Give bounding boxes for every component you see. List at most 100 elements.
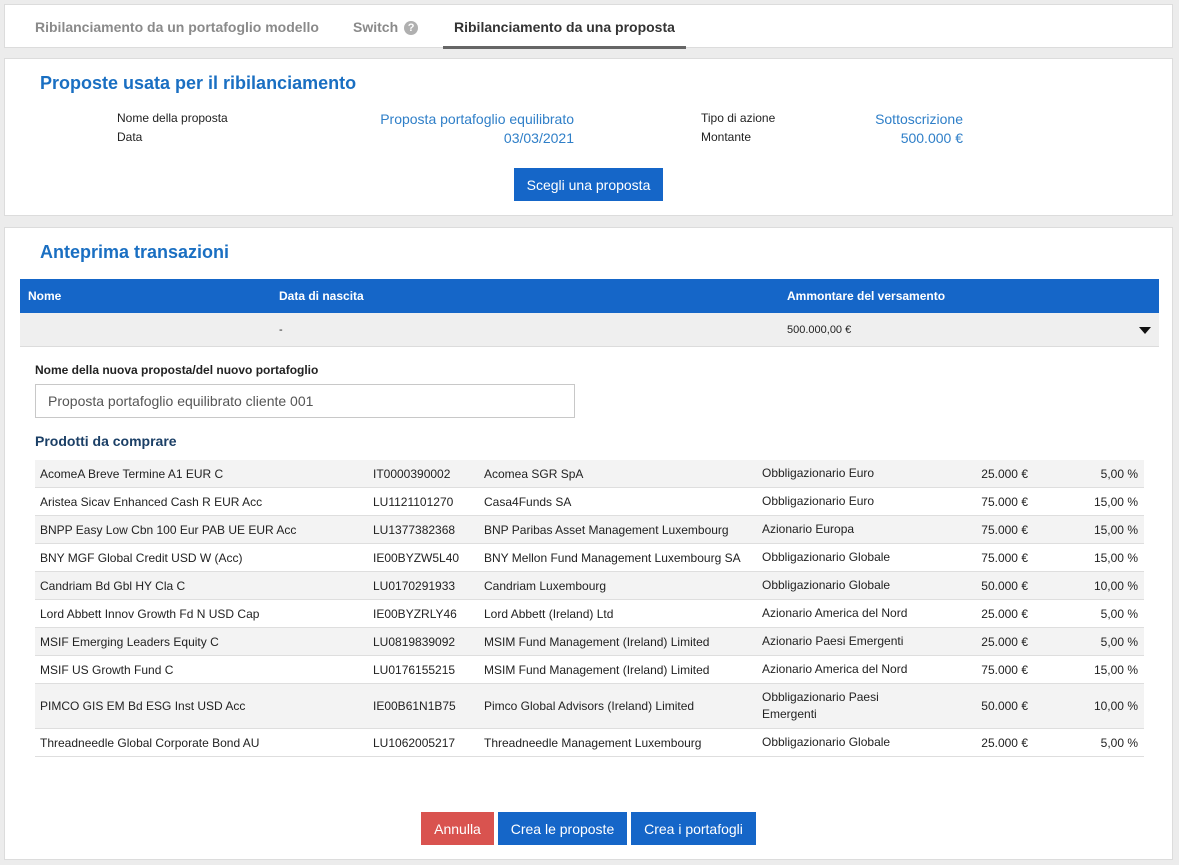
- amount-label: Montante: [701, 130, 752, 144]
- product-row: Candriam Bd Gbl HY Cla C LU0170291933 Ca…: [35, 572, 1144, 600]
- product-isin: LU1121101270: [373, 494, 454, 509]
- product-row: PIMCO GIS EM Bd ESG Inst USD Acc IE00B61…: [35, 684, 1144, 729]
- product-manager: Candriam Luxembourg: [484, 578, 607, 593]
- product-manager: Threadneedle Management Luxembourg: [484, 735, 702, 750]
- tab-bar: Ribilanciamento da un portafoglio modell…: [4, 4, 1173, 49]
- product-manager: Casa4Funds SA: [484, 494, 572, 509]
- transaction-amount: 500.000,00 €: [787, 324, 852, 336]
- product-manager: MSIM Fund Management (Ireland) Limited: [484, 662, 710, 677]
- product-row: MSIF Emerging Leaders Equity C LU0819839…: [35, 628, 1144, 656]
- action-type-value: Sottoscrizione: [875, 111, 963, 127]
- product-row: Aristea Sicav Enhanced Cash R EUR Acc LU…: [35, 488, 1144, 516]
- product-name: Lord Abbett Innov Growth Fd N USD Cap: [40, 606, 260, 621]
- product-weight: 5,00 %: [1100, 735, 1138, 750]
- column-header-name: Nome: [28, 289, 62, 303]
- product-row: Lord Abbett Innov Growth Fd N USD Cap IE…: [35, 600, 1144, 628]
- product-isin: LU1062005217: [373, 735, 456, 750]
- product-name: MSIF Emerging Leaders Equity C: [40, 634, 219, 649]
- product-category: Obbligazionario Euro: [762, 466, 875, 480]
- product-manager: Lord Abbett (Ireland) Ltd: [484, 606, 614, 621]
- tab-label: Switch: [353, 19, 399, 35]
- product-category: Obbligazionario Euro: [762, 494, 875, 508]
- product-isin: IE00B61N1B75: [373, 699, 456, 713]
- help-icon[interactable]: ?: [404, 21, 419, 35]
- product-isin: IE00BYZRLY46: [373, 606, 457, 621]
- product-name: Threadneedle Global Corporate Bond AU: [40, 735, 260, 750]
- proposal-name-label: Nome della proposta: [117, 111, 228, 125]
- action-type-label: Tipo di azione: [701, 111, 776, 125]
- create-portfolios-button[interactable]: Crea i portafogli: [631, 812, 756, 845]
- product-isin: LU0170291933: [373, 578, 456, 593]
- product-amount: 75.000 €: [981, 662, 1028, 677]
- product-manager: Acomea SGR SpA: [484, 466, 584, 481]
- product-weight: 5,00 %: [1100, 634, 1138, 649]
- product-name: PIMCO GIS EM Bd ESG Inst USD Acc: [40, 699, 246, 713]
- product-category: Obbligazionario Globale: [762, 578, 891, 592]
- product-weight: 10,00 %: [1093, 699, 1138, 713]
- product-row: AcomeA Breve Termine A1 EUR C IT00003900…: [35, 460, 1144, 488]
- product-name: BNPP Easy Low Cbn 100 Eur PAB UE EUR Acc: [40, 522, 297, 537]
- product-weight: 5,00 %: [1100, 466, 1138, 481]
- preview-panel: Anteprima transazioni Nome Data di nasci…: [4, 227, 1173, 860]
- tab-proposal-rebalance[interactable]: Ribilanciamento da una proposta: [443, 5, 686, 49]
- product-row: BNPP Easy Low Cbn 100 Eur PAB UE EUR Acc…: [35, 516, 1144, 544]
- tab-model-portfolio-rebalance[interactable]: Ribilanciamento da un portafoglio modell…: [35, 5, 319, 48]
- product-category: Azionario America del Nord: [762, 662, 908, 676]
- product-amount: 25.000 €: [981, 735, 1028, 750]
- choose-proposal-button[interactable]: Scegli una proposta: [514, 168, 663, 201]
- product-category: Azionario Paesi Emergenti: [762, 634, 904, 648]
- product-amount: 75.000 €: [981, 494, 1028, 509]
- product-category: Azionario Europa: [762, 522, 855, 536]
- tab-switch[interactable]: Switch?: [353, 5, 419, 48]
- product-manager: BNY Mellon Fund Management Luxembourg SA: [484, 550, 741, 565]
- product-manager: Pimco Global Advisors (Ireland) Limited: [484, 699, 695, 713]
- column-header-birth-date: Data di nascita: [279, 289, 364, 303]
- product-isin: IE00BYZW5L40: [373, 550, 460, 565]
- product-weight: 15,00 %: [1093, 522, 1138, 537]
- product-amount: 50.000 €: [981, 578, 1028, 593]
- product-weight: 15,00 %: [1093, 494, 1138, 509]
- transaction-row[interactable]: - 500.000,00 €: [20, 313, 1159, 347]
- proposal-name-value: Proposta portafoglio equilibrato: [380, 111, 574, 127]
- product-name: BNY MGF Global Credit USD W (Acc): [40, 550, 243, 565]
- product-manager: BNP Paribas Asset Management Luxembourg: [484, 522, 729, 537]
- product-amount: 75.000 €: [981, 522, 1028, 537]
- product-amount: 25.000 €: [981, 634, 1028, 649]
- products-to-buy-title: Prodotti da comprare: [35, 433, 177, 449]
- new-proposal-name-label: Nome della nuova proposta/del nuovo port…: [35, 363, 319, 377]
- product-name: AcomeA Breve Termine A1 EUR C: [40, 466, 224, 481]
- column-header-amount: Ammontare del versamento: [787, 289, 946, 303]
- proposal-section-title: Proposte usata per il ribilanciamento: [40, 73, 357, 93]
- product-weight: 15,00 %: [1093, 662, 1138, 677]
- proposal-panel: Proposte usata per il ribilanciamento No…: [4, 58, 1173, 216]
- product-name: Candriam Bd Gbl HY Cla C: [40, 578, 186, 593]
- preview-section-title: Anteprima transazioni: [40, 242, 230, 262]
- product-category: Obbligazionario Globale: [762, 550, 891, 564]
- product-amount: 25.000 €: [981, 606, 1028, 621]
- product-weight: 15,00 %: [1093, 550, 1138, 565]
- create-proposals-button[interactable]: Crea le proposte: [498, 812, 627, 845]
- product-amount: 75.000 €: [981, 550, 1028, 565]
- transaction-birth-date: -: [279, 324, 283, 336]
- product-weight: 10,00 %: [1093, 578, 1138, 593]
- product-row: MSIF US Growth Fund C LU0176155215 MSIM …: [35, 656, 1144, 684]
- tab-label: Ribilanciamento da un portafoglio modell…: [35, 19, 319, 35]
- expand-caret-icon[interactable]: [1139, 327, 1151, 334]
- proposal-date-value: 03/03/2021: [503, 130, 574, 146]
- product-category: Obbligazionario Paesi Emergenti: [762, 690, 879, 721]
- tab-label: Ribilanciamento da una proposta: [454, 19, 675, 35]
- product-isin: LU0819839092: [373, 634, 456, 649]
- product-name: Aristea Sicav Enhanced Cash R EUR Acc: [40, 494, 263, 509]
- new-proposal-name-input[interactable]: [35, 384, 575, 418]
- product-isin: LU1377382368: [373, 522, 456, 537]
- amount-value: 500.000 €: [900, 130, 963, 146]
- proposal-date-label: Data: [117, 130, 143, 144]
- product-isin: IT0000390002: [373, 466, 451, 481]
- product-amount: 25.000 €: [981, 466, 1028, 481]
- product-manager: MSIM Fund Management (Ireland) Limited: [484, 634, 710, 649]
- product-amount: 50.000 €: [981, 699, 1028, 713]
- product-category: Obbligazionario Globale: [762, 735, 891, 749]
- product-row: BNY MGF Global Credit USD W (Acc) IE00BY…: [35, 544, 1144, 572]
- product-weight: 5,00 %: [1100, 606, 1138, 621]
- cancel-button[interactable]: Annulla: [421, 812, 494, 845]
